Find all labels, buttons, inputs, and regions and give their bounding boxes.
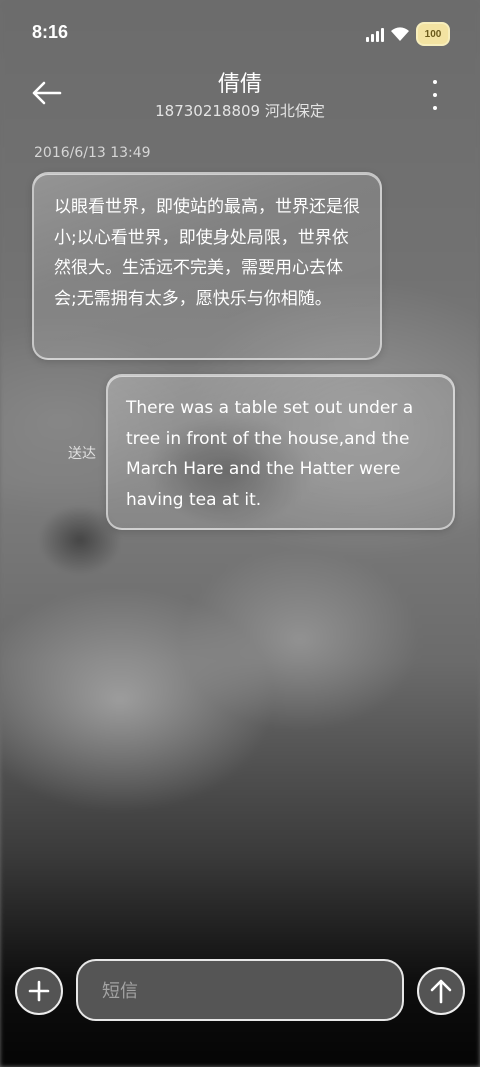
more-vertical-icon — [433, 80, 437, 84]
wifi-icon — [391, 27, 409, 41]
delivery-status: 送达 — [68, 446, 96, 462]
status-icons: 100 — [366, 22, 450, 46]
message-text: There was a table set out under a tree i… — [126, 398, 414, 510]
battery-level: 100 — [424, 28, 442, 40]
add-attachment-button[interactable] — [15, 967, 63, 1015]
battery-icon: 100 — [416, 22, 450, 46]
cellular-signal-icon — [366, 26, 384, 42]
contact-name[interactable]: 倩倩 — [0, 66, 480, 98]
message-input[interactable] — [100, 961, 384, 1021]
arrow-up-icon — [430, 979, 452, 1004]
status-bar: 8:16 100 — [0, 0, 480, 66]
incoming-message-bubble[interactable]: 以眼看世界，即使站的最高，世界还是很小;以心看世界，即使身处局限，世界依然很大。… — [32, 172, 382, 360]
message-timestamp: 2016/6/13 13:49 — [34, 145, 151, 161]
plus-icon — [28, 980, 50, 1002]
more-options-button[interactable] — [426, 80, 444, 110]
conversation-header: 倩倩 18730218809 河北保定 — [0, 66, 480, 130]
outgoing-message-bubble[interactable]: There was a table set out under a tree i… — [106, 374, 455, 530]
status-time: 8:16 — [32, 22, 69, 42]
message-text: 以眼看世界，即使站的最高，世界还是很小;以心看世界，即使身处局限，世界依然很大。… — [54, 197, 360, 309]
message-input-field[interactable] — [76, 959, 404, 1021]
composer-bar — [0, 950, 480, 1030]
send-button[interactable] — [417, 967, 465, 1015]
contact-phone-location: 18730218809 河北保定 — [155, 102, 325, 120]
